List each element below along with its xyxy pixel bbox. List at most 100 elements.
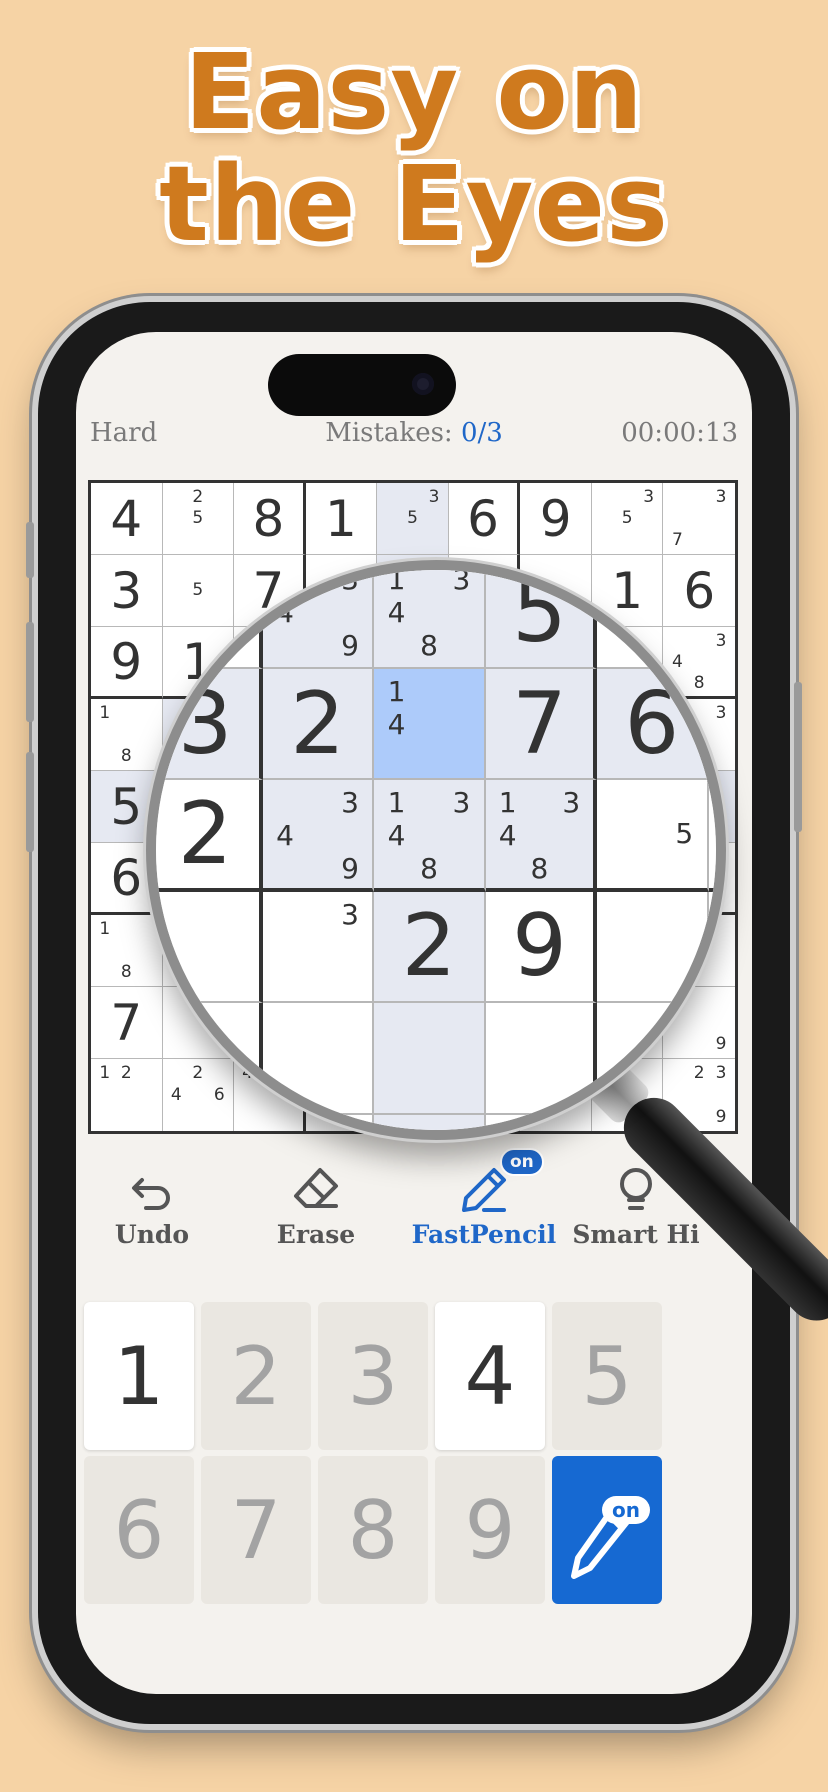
sudoku-cell[interactable] <box>162 915 235 987</box>
sudoku-cell[interactable] <box>305 555 378 627</box>
sudoku-cell[interactable]: 7 <box>234 555 306 627</box>
sudoku-cell[interactable]: 3 <box>91 555 163 627</box>
sudoku-cell[interactable] <box>234 915 306 987</box>
number-key-2[interactable]: 2 <box>201 1302 311 1450</box>
sudoku-cell[interactable]: 9 <box>520 483 592 555</box>
smart-hint-button[interactable]: Smart Hi <box>556 1162 716 1249</box>
sudoku-cell[interactable] <box>305 699 378 771</box>
sudoku-cell[interactable] <box>520 915 592 987</box>
sudoku-cell[interactable] <box>234 699 306 771</box>
sudoku-cell[interactable]: 18 <box>91 915 163 987</box>
sudoku-cell[interactable]: 6 <box>663 555 735 627</box>
sudoku-cell[interactable]: 246 <box>163 1059 235 1131</box>
number-key-1[interactable]: 1 <box>84 1302 194 1450</box>
cell-value: 4 <box>110 489 143 548</box>
sudoku-cell[interactable]: 25 <box>162 483 235 555</box>
sudoku-cell[interactable] <box>305 843 378 915</box>
sudoku-cell[interactable] <box>591 771 664 843</box>
sudoku-cell[interactable] <box>449 1059 521 1131</box>
sudoku-cell[interactable] <box>448 699 521 771</box>
sudoku-cell[interactable] <box>663 771 735 843</box>
sudoku-cell[interactable]: 35 <box>591 483 664 555</box>
sudoku-cell[interactable]: 35 <box>377 483 449 555</box>
number-key-8[interactable]: 8 <box>318 1456 428 1604</box>
sudoku-cell[interactable] <box>306 1059 378 1131</box>
sudoku-cell[interactable] <box>591 699 664 771</box>
mistakes-label: Mistakes: <box>325 418 453 448</box>
sudoku-cell[interactable] <box>591 627 664 699</box>
sudoku-cell[interactable] <box>305 915 378 987</box>
sudoku-cell[interactable] <box>591 915 664 987</box>
sudoku-cell[interactable]: 1 <box>305 483 378 555</box>
sudoku-cell[interactable] <box>663 843 735 915</box>
number-key-5[interactable]: 5 <box>552 1302 662 1450</box>
sudoku-cell[interactable]: 6 <box>91 843 163 915</box>
sudoku-cell[interactable] <box>520 555 592 627</box>
sudoku-cell[interactable]: 6 <box>448 483 521 555</box>
sudoku-cell[interactable]: 348 <box>663 627 735 699</box>
sudoku-cell[interactable]: 12 <box>91 1059 163 1131</box>
sudoku-cell[interactable] <box>234 627 306 699</box>
sudoku-cell[interactable] <box>162 843 235 915</box>
mistakes-value: 0/3 <box>460 418 503 448</box>
sudoku-cell[interactable] <box>448 771 521 843</box>
sudoku-cell[interactable] <box>520 987 592 1059</box>
number-key-3[interactable]: 3 <box>318 1302 428 1450</box>
sudoku-cell[interactable] <box>162 771 235 843</box>
sudoku-cell[interactable] <box>377 1059 449 1131</box>
sudoku-cell[interactable] <box>520 843 592 915</box>
sudoku-cell[interactable] <box>305 987 378 1059</box>
sudoku-cell[interactable] <box>520 699 592 771</box>
sudoku-cell[interactable] <box>377 555 449 627</box>
erase-button[interactable]: Erase <box>236 1162 396 1249</box>
sudoku-cell[interactable] <box>520 771 592 843</box>
sudoku-cell[interactable] <box>591 843 664 915</box>
sudoku-cell[interactable]: 1 <box>162 627 235 699</box>
sudoku-cell[interactable] <box>377 915 449 987</box>
undo-button[interactable]: Undo <box>76 1162 232 1249</box>
sudoku-cell[interactable]: 8 <box>234 483 306 555</box>
sudoku-cell[interactable] <box>234 771 306 843</box>
sudoku-cell[interactable]: 18 <box>91 699 163 771</box>
sudoku-cell[interactable] <box>591 987 664 1059</box>
pencil-mode-key[interactable]: on <box>552 1456 662 1604</box>
sudoku-cell[interactable]: 7 <box>91 987 163 1059</box>
sudoku-cell[interactable] <box>162 699 235 771</box>
sudoku-cell[interactable] <box>162 987 235 1059</box>
sudoku-cell[interactable]: 239 <box>663 1059 735 1131</box>
headline-line1: Easy on <box>184 31 644 153</box>
number-key-7[interactable]: 7 <box>201 1456 311 1604</box>
sudoku-cell[interactable]: 4 <box>234 1059 306 1131</box>
sudoku-cell[interactable]: 37 <box>663 483 735 555</box>
number-key-4[interactable]: 4 <box>435 1302 545 1450</box>
sudoku-cell[interactable]: 5 <box>162 555 235 627</box>
number-key-6[interactable]: 6 <box>84 1456 194 1604</box>
sudoku-cell[interactable]: 9 <box>663 987 735 1059</box>
dynamic-island <box>268 354 456 416</box>
sudoku-cell[interactable]: 3 <box>663 699 735 771</box>
sudoku-cell[interactable] <box>448 843 521 915</box>
sudoku-cell[interactable]: 4 <box>91 483 163 555</box>
sudoku-cell[interactable]: 5 <box>91 771 163 843</box>
sudoku-cell[interactable] <box>377 771 449 843</box>
sudoku-cell[interactable] <box>305 771 378 843</box>
sudoku-cell[interactable] <box>377 699 449 771</box>
sudoku-cell[interactable] <box>520 1059 592 1131</box>
sudoku-cell[interactable] <box>448 915 521 987</box>
sudoku-cell[interactable] <box>377 627 449 699</box>
sudoku-cell[interactable] <box>448 627 521 699</box>
sudoku-cell[interactable]: 1 <box>591 555 664 627</box>
sudoku-cell[interactable] <box>377 843 449 915</box>
sudoku-cell[interactable] <box>592 1059 664 1131</box>
sudoku-cell[interactable]: 9 <box>91 627 163 699</box>
sudoku-cell[interactable] <box>663 915 735 987</box>
sudoku-cell[interactable] <box>448 555 521 627</box>
sudoku-cell[interactable] <box>448 987 521 1059</box>
sudoku-cell[interactable] <box>305 627 378 699</box>
number-key-9[interactable]: 9 <box>435 1456 545 1604</box>
sudoku-cell[interactable] <box>520 627 592 699</box>
sudoku-cell[interactable] <box>234 843 306 915</box>
sudoku-cell[interactable] <box>377 987 449 1059</box>
fastpencil-button[interactable]: on FastPencil <box>404 1148 564 1249</box>
sudoku-cell[interactable] <box>234 987 306 1059</box>
